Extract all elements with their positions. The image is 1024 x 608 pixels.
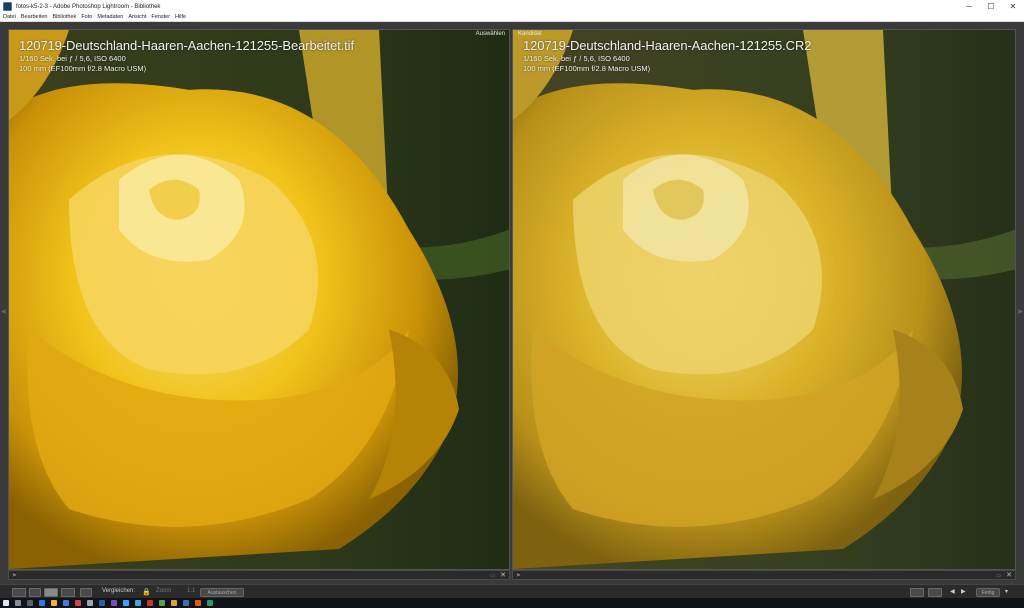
window-title: fotos-k5-2-3 - Adobe Photoshop Lightroom…	[16, 3, 161, 10]
select-photo-pane[interactable]: Auswählen 120719-Deutschland-Haaren-Aach…	[8, 29, 510, 570]
photo-info-overlay-left: 120719-Deutschland-Haaren-Aachen-121255-…	[19, 38, 354, 73]
menu-bearbeiten[interactable]: Bearbeiten	[21, 14, 48, 20]
exposure-right: 1/160 Sek. bei ƒ / 5,6, ISO 6400	[523, 54, 630, 63]
rose-photo-left[interactable]	[9, 30, 509, 569]
app-icon-h[interactable]	[195, 600, 201, 606]
windows-start-icon[interactable]	[3, 600, 9, 606]
close-button[interactable]: ✕	[1002, 0, 1024, 13]
lens-left: 100 mm (EF100mm f/2.8 Macro USM)	[19, 64, 147, 73]
make-select-icon[interactable]	[910, 588, 924, 597]
flag-icon-left[interactable]: ⚑	[12, 573, 16, 579]
file-explorer-icon[interactable]	[51, 600, 57, 606]
edge-browser-icon[interactable]	[39, 600, 45, 606]
search-icon[interactable]	[15, 600, 21, 606]
photo-info-overlay-right: 120719-Deutschland-Haaren-Aachen-121255.…	[523, 38, 812, 73]
swap-button[interactable]: Austauschen	[200, 588, 244, 597]
windows-taskbar	[0, 598, 1024, 608]
people-view-icon[interactable]	[80, 588, 92, 597]
app-icon-c[interactable]	[111, 600, 117, 606]
previous-arrow-icon[interactable]: ◀	[950, 588, 955, 595]
filename-right: 120719-Deutschland-Haaren-Aachen-121255.…	[523, 38, 812, 53]
menu-datei[interactable]: Datei	[3, 14, 16, 20]
lightroom-window: fotos-k5-2-3 - Adobe Photoshop Lightroom…	[0, 0, 1024, 608]
swap-icon[interactable]	[928, 588, 942, 597]
lightroom-taskbar-icon[interactable]	[135, 600, 141, 606]
zoom-label: Zoom	[156, 588, 172, 594]
compare-view-icon[interactable]	[44, 588, 58, 597]
menu-ansicht[interactable]: Ansicht	[128, 14, 146, 20]
app-icon-a[interactable]	[87, 600, 93, 606]
candidate-pane-footer: ⚑ ····· ▭ ✕	[512, 570, 1016, 580]
menu-fenster[interactable]: Fenster	[151, 14, 170, 20]
app-icon-e[interactable]	[159, 600, 165, 606]
task-view-icon[interactable]	[27, 600, 33, 606]
color-label-icon-left[interactable]: ▭	[490, 573, 495, 579]
right-panel-toggle-icon[interactable]: ▶	[1018, 308, 1023, 315]
menu-metadaten[interactable]: Metadaten	[97, 14, 123, 20]
fertig-button[interactable]: Fertig	[976, 588, 1000, 597]
remove-right-icon[interactable]: ✕	[1006, 571, 1012, 579]
menu-foto[interactable]: Foto	[81, 14, 92, 20]
minimize-button[interactable]: ─	[958, 0, 980, 13]
left-panel-toggle-icon[interactable]: ◀	[1, 308, 6, 315]
app-icon-i[interactable]	[207, 600, 213, 606]
app-icon-b[interactable]	[99, 600, 105, 606]
survey-view-icon[interactable]	[61, 588, 75, 597]
maximize-button[interactable]: ☐	[980, 0, 1002, 13]
rating-stars-right[interactable]: ·····	[753, 572, 771, 578]
lens-right: 100 mm (EF100mm f/2.8 Macro USM)	[523, 64, 651, 73]
pane-tag-candidate: Kandidat	[518, 31, 542, 37]
photoshop-icon[interactable]	[123, 600, 129, 606]
zoom-value: 1:1	[187, 588, 196, 594]
store-icon[interactable]	[63, 600, 69, 606]
rating-stars-left[interactable]: ·····	[249, 572, 267, 578]
grid-view-icon[interactable]	[12, 588, 26, 597]
remove-left-icon[interactable]: ✕	[500, 571, 506, 579]
candidate-photo-pane[interactable]: Kandidat 120719-Deutschland-Haaren-Aache…	[512, 29, 1016, 570]
flag-icon-right[interactable]: ⚑	[516, 573, 520, 579]
menu-bar: Datei Bearbeiten Bibliothek Foto Metadat…	[0, 13, 1024, 22]
app-icon-g[interactable]	[183, 600, 189, 606]
pane-tag-select: Auswählen	[475, 31, 505, 37]
rose-photo-right[interactable]	[513, 30, 1015, 569]
lock-icon[interactable]: 🔒	[142, 588, 151, 596]
title-bar: fotos-k5-2-3 - Adobe Photoshop Lightroom…	[0, 0, 1024, 13]
app-icon-d[interactable]	[147, 600, 153, 606]
compare-label: Vergleichen:	[102, 588, 136, 594]
color-label-icon-right[interactable]: ▭	[996, 573, 1001, 579]
bottom-toolbar: Vergleichen: 🔒 Zoom 1:1 Austauschen ◀ ▶ …	[0, 584, 1024, 598]
select-pane-footer: ⚑ ····· ▭ ✕	[8, 570, 510, 580]
window-controls: ─ ☐ ✕	[958, 0, 1024, 13]
menu-hilfe[interactable]: Hilfe	[175, 14, 186, 20]
next-arrow-icon[interactable]: ▶	[961, 588, 966, 595]
menu-bibliothek[interactable]: Bibliothek	[52, 14, 76, 20]
lightroom-app-icon	[3, 2, 12, 11]
loupe-view-icon[interactable]	[29, 588, 41, 597]
exposure-left: 1/160 Sek. bei ƒ / 5,6, ISO 6400	[19, 54, 126, 63]
filename-left: 120719-Deutschland-Haaren-Aachen-121255-…	[19, 38, 354, 53]
toolbar-menu-chevron-icon[interactable]: ▾	[1005, 588, 1008, 595]
mail-icon[interactable]	[75, 600, 81, 606]
app-icon-f[interactable]	[171, 600, 177, 606]
